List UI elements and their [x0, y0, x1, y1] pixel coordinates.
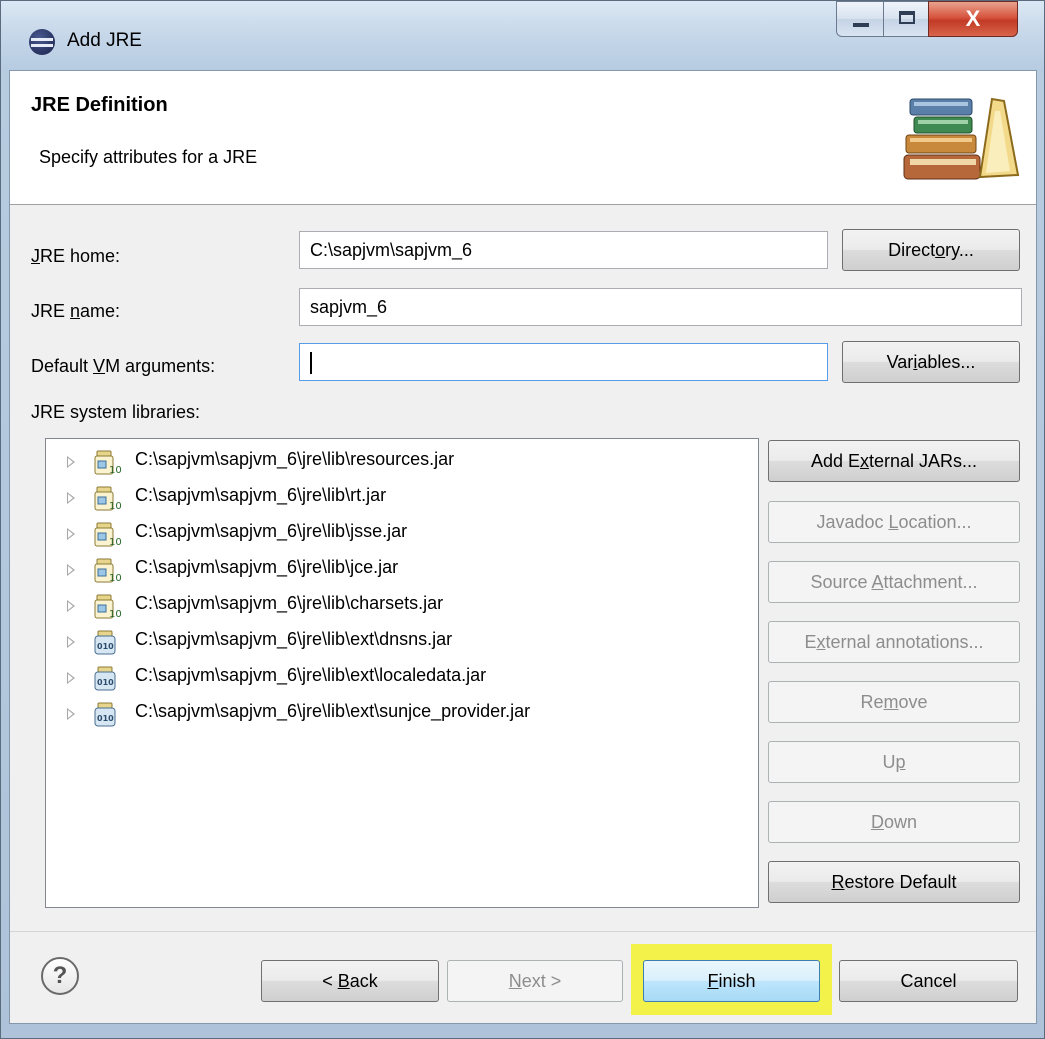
back-button[interactable]: < Back [261, 960, 439, 1002]
jar-source-icon: 10 [92, 449, 122, 477]
finish-button[interactable]: Finish [643, 960, 820, 1002]
page-description: Specify attributes for a JRE [39, 147, 258, 167]
library-row[interactable]: 10 C:\sapjvm\sapjvm_6\jre\lib\jsse.jar [46, 518, 758, 552]
jar-source-icon: 10 [92, 557, 122, 585]
remove-button[interactable]: Remove [768, 681, 1020, 723]
expand-arrow-icon[interactable] [67, 528, 75, 540]
variables-button[interactable]: Variables... [842, 341, 1020, 383]
minimize-icon [853, 23, 869, 27]
close-icon: X [965, 6, 981, 31]
jre-name-label: JRE name: [31, 301, 121, 321]
library-path: C:\sapjvm\sapjvm_6\jre\lib\resources.jar [135, 449, 455, 469]
libraries-label: JRE system libraries: [31, 402, 201, 422]
library-row[interactable]: 10 C:\sapjvm\sapjvm_6\jre\lib\jce.jar [46, 554, 758, 588]
maximize-icon [899, 11, 915, 24]
text-caret [310, 352, 312, 375]
svg-text:10: 10 [109, 537, 122, 548]
footer-separator [10, 931, 1036, 932]
jre-home-label: JRE home: [31, 246, 121, 266]
maximize-button[interactable] [883, 1, 929, 37]
jar-binary-icon: 010 [92, 701, 122, 729]
down-button[interactable]: Down [768, 801, 1020, 843]
svg-text:10: 10 [109, 501, 122, 512]
library-path: C:\sapjvm\sapjvm_6\jre\lib\charsets.jar [135, 593, 444, 613]
header-banner: JRE Definition Specify attributes for a … [10, 71, 1036, 205]
help-icon[interactable]: ? [41, 957, 79, 995]
dialog-client-area: JRE Definition Specify attributes for a … [9, 70, 1037, 1024]
library-path: C:\sapjvm\sapjvm_6\jre\lib\ext\sunjce_pr… [135, 701, 531, 721]
library-row[interactable]: 10 C:\sapjvm\sapjvm_6\jre\lib\charsets.ja… [46, 590, 758, 624]
jar-source-icon: 10 [92, 521, 122, 549]
add-jre-dialog: Add JRE X JRE Definition Specify attribu… [0, 0, 1045, 1039]
minimize-button[interactable] [836, 1, 884, 37]
directory-button[interactable]: Directory... [842, 229, 1020, 271]
expand-arrow-icon[interactable] [67, 564, 75, 576]
restore-default-button[interactable]: Restore Default [768, 861, 1020, 903]
add-external-jars-button[interactable]: Add External JARs... [768, 440, 1020, 482]
library-path: C:\sapjvm\sapjvm_6\jre\lib\jce.jar [135, 557, 399, 577]
library-row[interactable]: 010 C:\sapjvm\sapjvm_6\jre\lib\ext\locale… [46, 662, 758, 696]
jre-name-input[interactable]: sapjvm_6 [299, 288, 1022, 326]
library-row[interactable]: 10 C:\sapjvm\sapjvm_6\jre\lib\rt.jar [46, 482, 758, 516]
vm-arguments-input[interactable] [299, 343, 828, 381]
jar-source-icon: 10 [92, 485, 122, 513]
library-row[interactable]: 10 C:\sapjvm\sapjvm_6\jre\lib\resources.j… [46, 446, 758, 480]
jar-binary-icon: 010 [92, 629, 122, 657]
jar-source-icon: 10 [92, 593, 122, 621]
up-button[interactable]: Up [768, 741, 1020, 783]
window-title: Add JRE [67, 30, 142, 51]
expand-arrow-icon[interactable] [67, 492, 75, 504]
vm-arguments-label: Default VM arguments: [31, 356, 216, 376]
expand-arrow-icon[interactable] [67, 600, 75, 612]
source-attachment-button[interactable]: Source Attachment... [768, 561, 1020, 603]
expand-arrow-icon[interactable] [67, 672, 75, 684]
svg-text:010: 010 [97, 678, 114, 687]
svg-text:010: 010 [97, 642, 114, 651]
library-path: C:\sapjvm\sapjvm_6\jre\lib\ext\localedat… [135, 665, 487, 685]
external-annotations-button[interactable]: External annotations... [768, 621, 1020, 663]
jre-home-input[interactable]: C:\sapjvm\sapjvm_6 [299, 231, 828, 269]
library-row[interactable]: 010 C:\sapjvm\sapjvm_6\jre\lib\ext\sunjce… [46, 698, 758, 732]
libraries-tree[interactable]: 10 C:\sapjvm\sapjvm_6\jre\lib\resources.j… [45, 438, 759, 908]
library-path: C:\sapjvm\sapjvm_6\jre\lib\rt.jar [135, 485, 387, 505]
eclipse-icon [29, 29, 55, 55]
title-bar[interactable]: Add JRE X [1, 1, 1044, 71]
close-button[interactable]: X [928, 1, 1018, 37]
svg-text:010: 010 [97, 714, 114, 723]
library-path: C:\sapjvm\sapjvm_6\jre\lib\ext\dnsns.jar [135, 629, 453, 649]
library-row[interactable]: 010 C:\sapjvm\sapjvm_6\jre\lib\ext\dnsns.… [46, 626, 758, 660]
library-books-icon [903, 97, 1020, 180]
svg-text:10: 10 [109, 573, 122, 584]
expand-arrow-icon[interactable] [67, 456, 75, 468]
expand-arrow-icon[interactable] [67, 636, 75, 648]
cancel-button[interactable]: Cancel [839, 960, 1018, 1002]
javadoc-location-button[interactable]: Javadoc Location... [768, 501, 1020, 543]
svg-text:10: 10 [109, 609, 122, 620]
page-title: JRE Definition [31, 94, 168, 116]
next-button[interactable]: Next > [447, 960, 623, 1002]
expand-arrow-icon[interactable] [67, 708, 75, 720]
svg-text:10: 10 [109, 465, 122, 476]
library-path: C:\sapjvm\sapjvm_6\jre\lib\jsse.jar [135, 521, 408, 541]
jar-binary-icon: 010 [92, 665, 122, 693]
